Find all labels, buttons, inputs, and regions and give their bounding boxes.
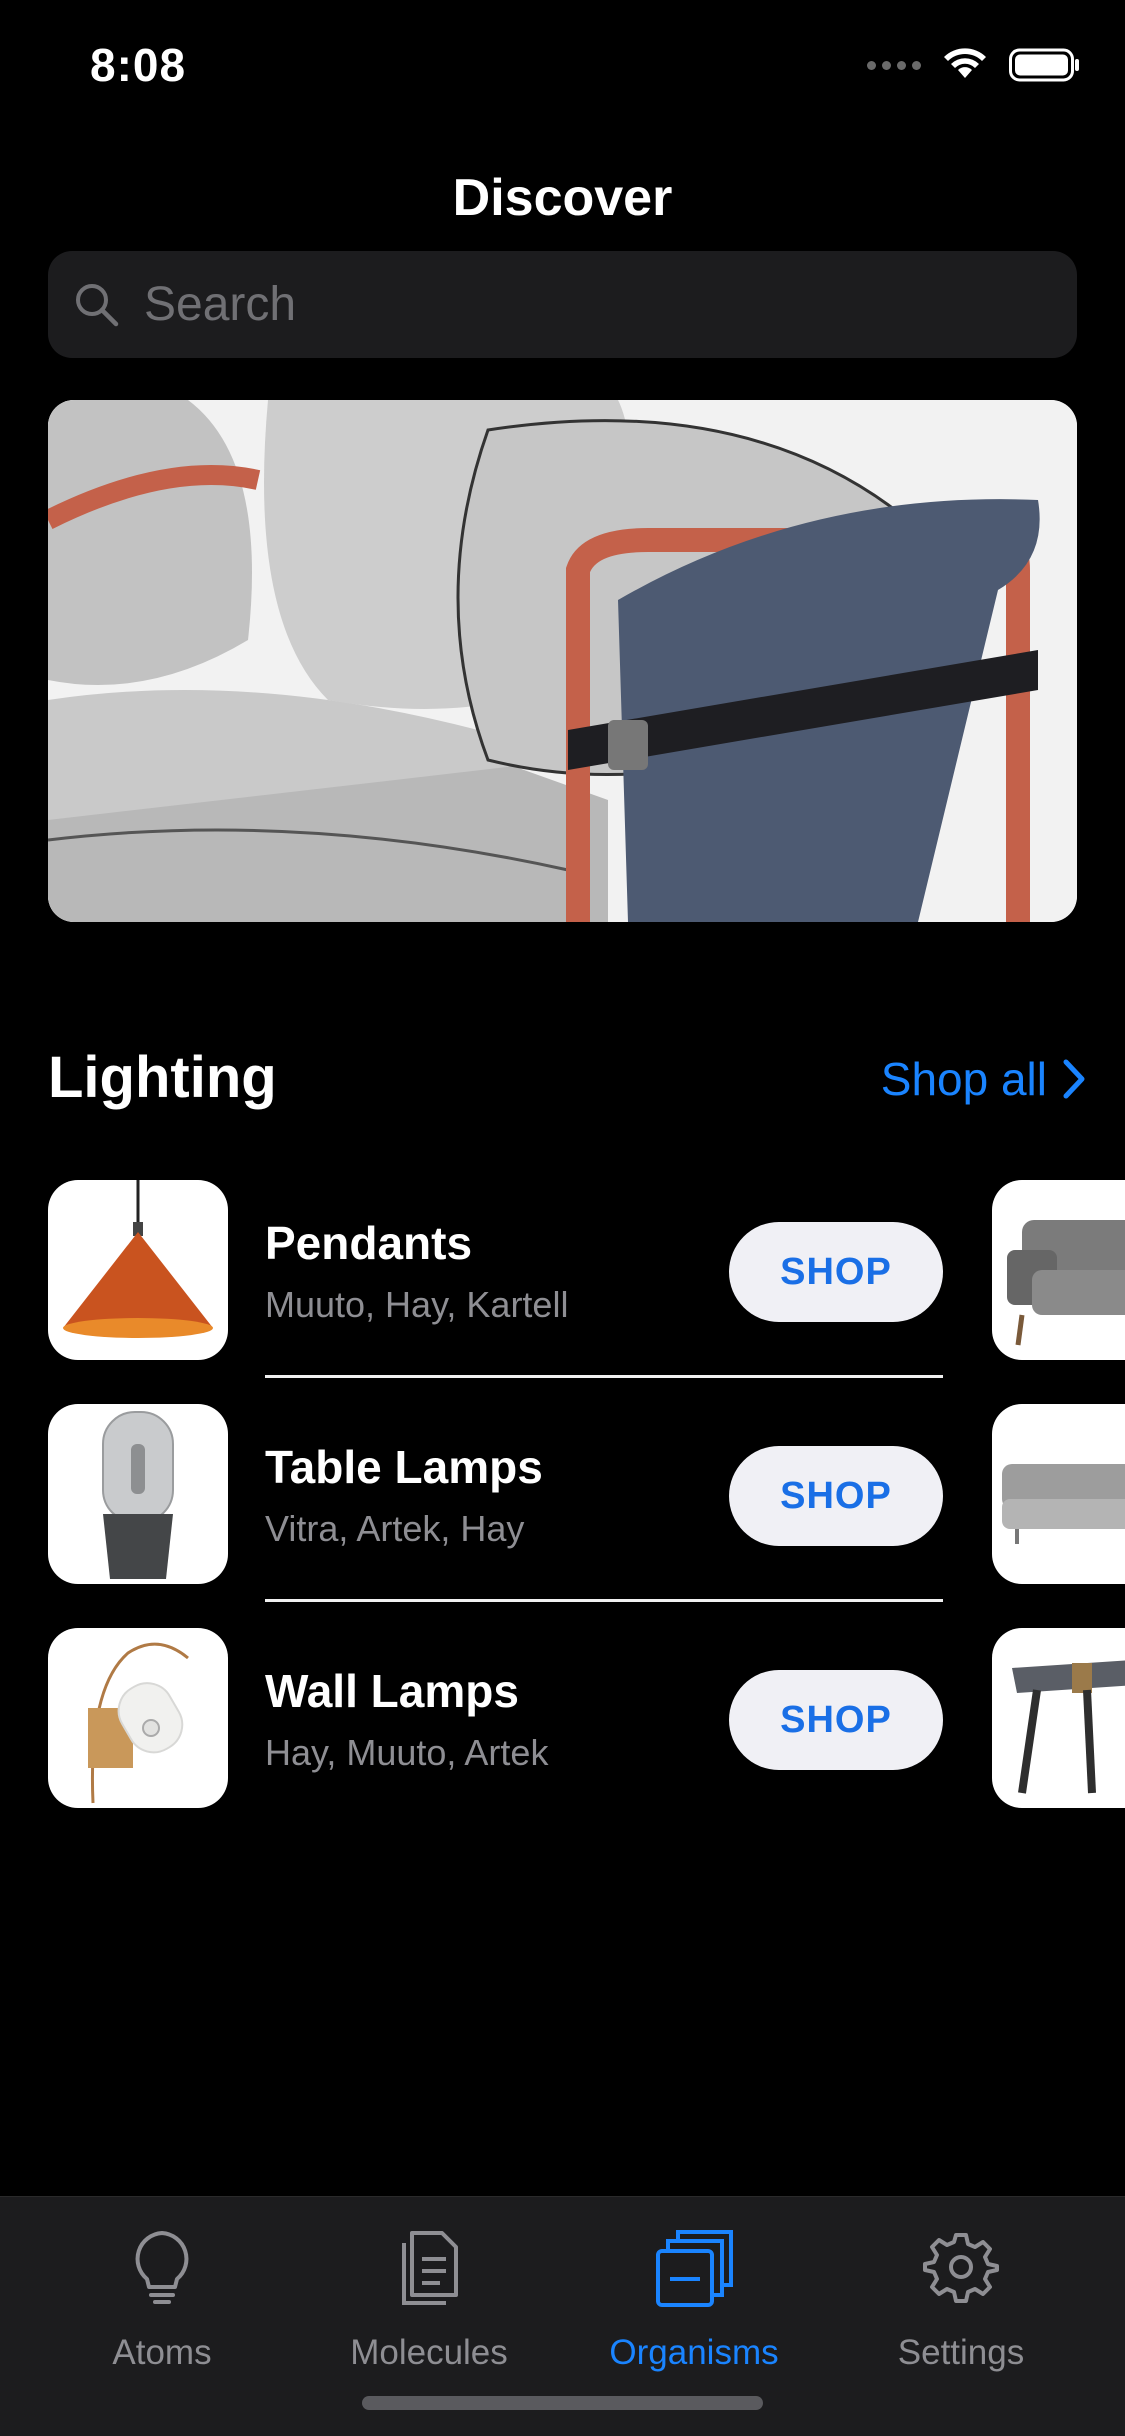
shop-button[interactable]: SHOP — [729, 1222, 943, 1322]
tab-label: Atoms — [112, 2333, 212, 2372]
search-input[interactable] — [142, 276, 1026, 333]
row-brands: Muuto, Hay, Kartell — [265, 1284, 569, 1325]
search-bar[interactable] — [48, 251, 1077, 358]
row-brands: Hay, Muuto, Artek — [265, 1732, 549, 1773]
chevron-right-icon — [1063, 1059, 1085, 1099]
row-divider — [265, 1375, 943, 1378]
home-indicator[interactable] — [362, 2396, 763, 2410]
document-icon — [402, 2231, 458, 2305]
tab-organisms[interactable]: Organisms — [574, 2197, 814, 2377]
row-title: Table Lamps — [265, 1441, 543, 1493]
stool-thumbnail[interactable] — [992, 1628, 1125, 1808]
tab-label: Settings — [897, 2333, 1025, 2372]
sofa-thumbnail[interactable] — [992, 1404, 1125, 1584]
tab-label: Organisms — [609, 2333, 779, 2372]
row-divider — [265, 1599, 943, 1602]
pendant-lamp-thumbnail — [48, 1180, 228, 1360]
gear-icon — [923, 2233, 999, 2303]
table-lamp-thumbnail — [48, 1404, 228, 1584]
discover-screen: 8:08 Discover Search Lighting Shop all P… — [0, 0, 1125, 2436]
lightbulb-icon — [135, 2231, 189, 2304]
list-item-table-lamps[interactable]: Table Lamps Vitra, Artek, Hay SHOP — [48, 1404, 1125, 1584]
status-time: 8:08 — [90, 39, 187, 91]
list-item-wall-lamps[interactable]: Wall Lamps Hay, Muuto, Artek SHOP — [48, 1628, 1125, 1808]
list-item-pendants[interactable]: Pendants Muuto, Hay, Kartell SHOP — [48, 1180, 1125, 1360]
cellular-signal-icon — [867, 60, 921, 70]
shop-all-link[interactable]: Shop all — [881, 1052, 1085, 1106]
status-icons — [867, 48, 1081, 82]
page-title: Discover — [452, 169, 673, 227]
row-title: Pendants — [265, 1217, 473, 1269]
section-title: Lighting — [48, 1045, 277, 1110]
tab-molecules[interactable]: Molecules — [309, 2197, 549, 2377]
row-title: Wall Lamps — [265, 1665, 519, 1717]
search-icon — [76, 283, 119, 326]
tab-atoms[interactable]: Atoms — [42, 2197, 282, 2377]
wall-lamp-thumbnail — [48, 1628, 228, 1808]
shop-all-label: Shop all — [880, 1053, 1047, 1105]
armchair-thumbnail[interactable] — [992, 1180, 1125, 1360]
wifi-icon — [944, 48, 986, 78]
tab-label: Molecules — [350, 2333, 508, 2372]
row-brands: Vitra, Artek, Hay — [265, 1508, 525, 1549]
battery-icon — [1009, 48, 1079, 82]
shop-button[interactable]: SHOP — [729, 1446, 943, 1546]
stack-icon — [656, 2230, 733, 2307]
shop-button[interactable]: SHOP — [729, 1670, 943, 1770]
hero-banner-image[interactable] — [48, 400, 1077, 922]
tab-settings[interactable]: Settings — [841, 2197, 1081, 2377]
